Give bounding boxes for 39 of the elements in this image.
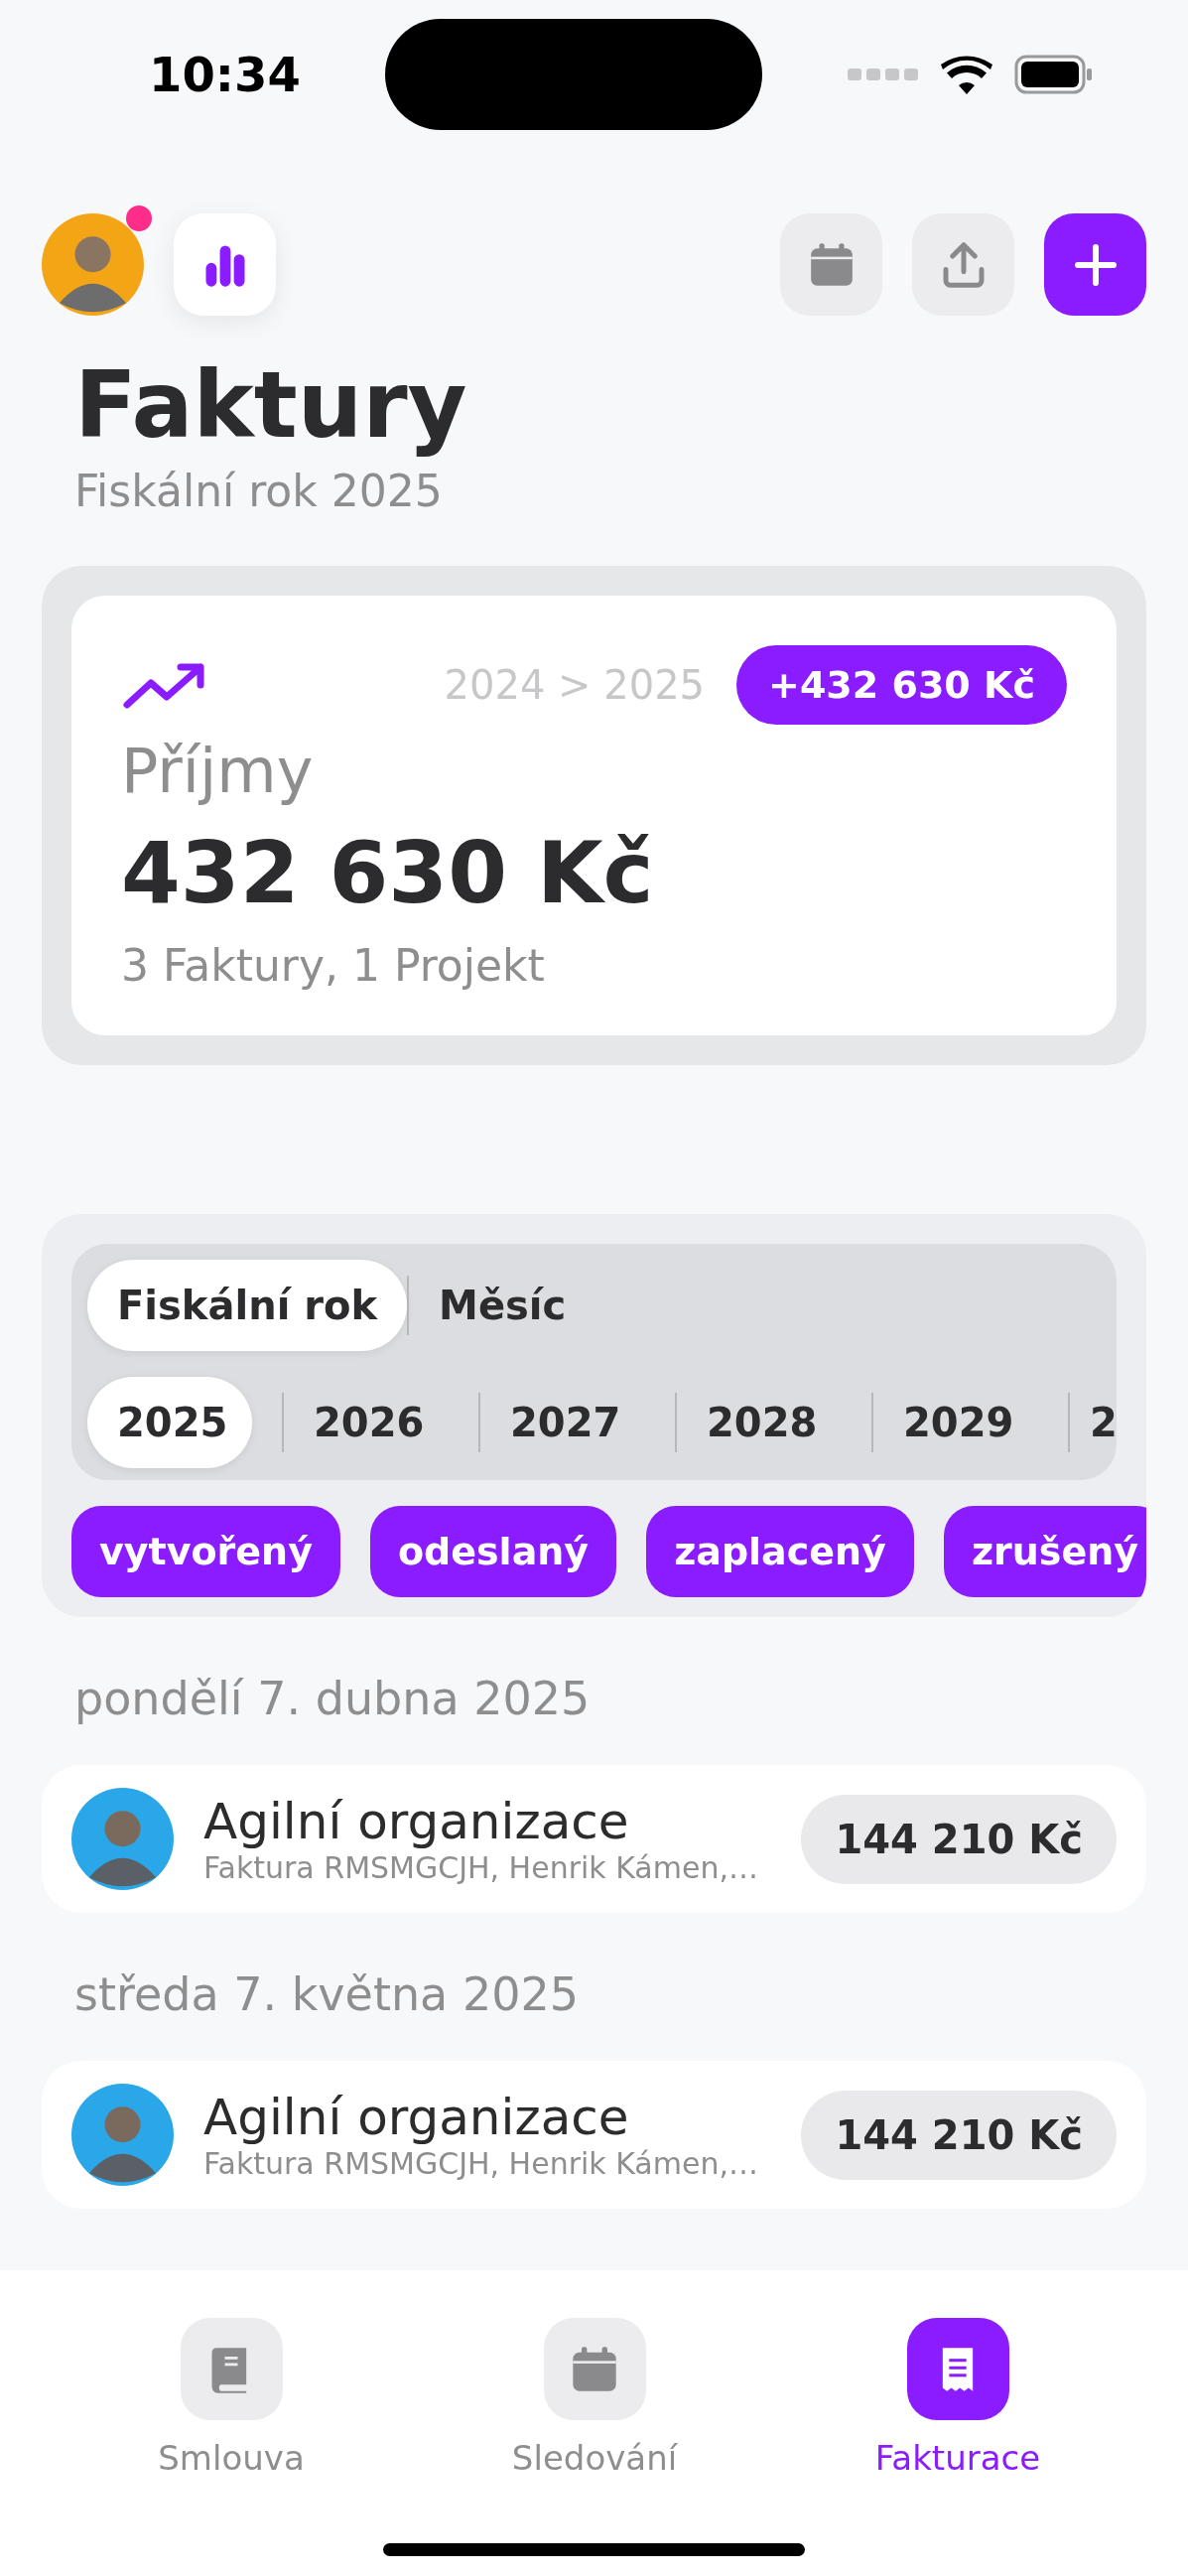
status-filter-chip[interactable]: vytvořený: [71, 1506, 340, 1598]
invoice-amount: 144 210 Kč: [801, 1794, 1117, 1884]
income-details: 3 Faktury, 1 Projekt: [121, 940, 545, 992]
income-label: Příjmy: [121, 735, 314, 808]
invoice-details: Faktura RMSMGCJH, Henrik Kámen,…: [203, 2146, 759, 2182]
signal-icon: [848, 67, 919, 82]
invoice-details: Faktura RMSMGCJH, Henrik Kámen,…: [203, 1850, 759, 1886]
battery-icon: [1014, 55, 1094, 94]
add-button[interactable]: [1044, 213, 1146, 316]
year-tab[interactable]: 2029: [873, 1377, 1038, 1469]
date-header: pondělí 7. dubna 2025: [74, 1672, 591, 1726]
client-name: Agilní organizace: [203, 2089, 630, 2147]
page-title: Faktury: [74, 355, 467, 457]
year-tab[interactable]: 2: [1070, 1377, 1117, 1469]
period-tab[interactable]: Fiskální rok: [87, 1260, 408, 1352]
share-button[interactable]: [912, 213, 1014, 316]
income-amount: 432 630 Kč: [121, 823, 654, 923]
change-badge: +432 630 Kč: [736, 645, 1067, 726]
wifi-icon: [941, 55, 992, 94]
invoice-row[interactable]: Agilní organizace Faktura RMSMGCJH, Henrik Kámen,… 144 210 Kč: [42, 2061, 1146, 2210]
tab-bar-item[interactable]: Fakturace: [776, 2318, 1139, 2497]
year-tab[interactable]: 2028: [677, 1377, 842, 1469]
profile-avatar[interactable]: [42, 213, 144, 316]
year-tab[interactable]: 2026: [284, 1377, 449, 1469]
invoice-amount: 144 210 Kč: [801, 2090, 1117, 2180]
period-tab[interactable]: Měsíc: [409, 1260, 596, 1352]
year-tab[interactable]: 2025: [87, 1377, 252, 1469]
date-header: středa 7. května 2025: [74, 1967, 579, 2022]
period-label: 2024 > 2025: [444, 662, 706, 709]
statistics-button[interactable]: [174, 213, 276, 316]
status-filter-chip[interactable]: zaplacený: [646, 1506, 914, 1598]
calendar-button[interactable]: [780, 213, 882, 316]
year-tab[interactable]: 2027: [480, 1377, 645, 1469]
invoice-row[interactable]: Agilní organizace Faktura RMSMGCJH, Henrik Kámen,… 144 210 Kč: [42, 1765, 1146, 1914]
client-name: Agilní organizace: [203, 1793, 630, 1851]
status-filter-chip[interactable]: odeslaný: [369, 1506, 617, 1598]
page-subtitle: Fiskální rok 2025: [74, 466, 443, 517]
status-filter-chip[interactable]: zrušený: [943, 1506, 1146, 1598]
status-time: 10:34: [149, 47, 301, 102]
